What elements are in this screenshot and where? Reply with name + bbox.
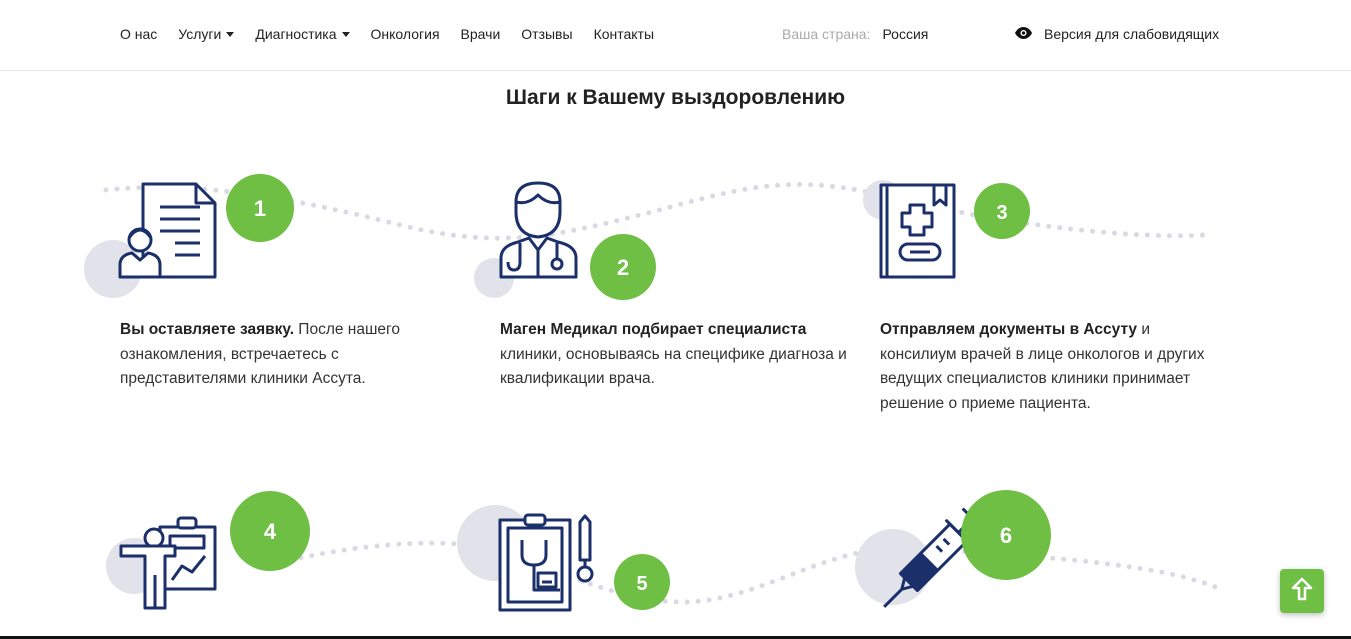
step-1-bold: Вы оставляете заявку. (120, 321, 294, 338)
step-number-5: 5 (636, 573, 647, 595)
step-3-bold: Отправляем документы в Ассуту (880, 321, 1138, 338)
arrow-up-icon (1291, 577, 1313, 606)
step-1-description: Вы оставляете заявку. После нашего ознак… (120, 318, 420, 392)
step-number-1: 1 (254, 196, 266, 221)
clipboard-stethoscope-icon (498, 513, 594, 612)
dotted-path-row2 (287, 540, 1221, 605)
step-number-2: 2 (617, 255, 629, 280)
document-person-icon (118, 182, 217, 279)
step-2-text: клиники, основываясь на специфике диагно… (500, 345, 847, 388)
doctor-icon (499, 181, 578, 279)
step-number-4: 4 (264, 519, 277, 544)
step-2-description: Маген Медикал подбирает специалиста клин… (500, 318, 850, 392)
medical-book-icon (879, 183, 956, 279)
step-number-3: 3 (996, 202, 1007, 224)
step-2-bold: Маген Медикал подбирает специалиста (500, 321, 807, 338)
step-3-description: Отправляем документы в Ассуту и консилиу… (880, 318, 1230, 416)
scroll-to-top-button[interactable] (1280, 569, 1324, 613)
step-number-6: 6 (1000, 523, 1012, 548)
